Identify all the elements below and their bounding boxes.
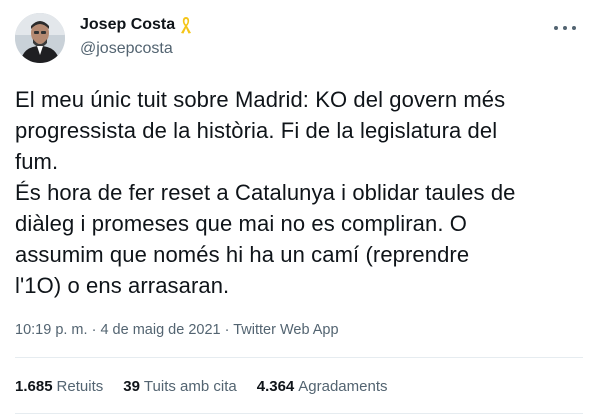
author-name-row: Josep Costa [80,14,193,36]
retweets-label: Retuits [56,378,104,395]
retweets-stat[interactable]: 1.685 Retuits [15,377,103,397]
tweet-source[interactable]: Twitter Web App [233,322,338,338]
meta-separator: · [224,322,230,338]
avatar-image [15,13,65,63]
quotes-count: 39 [123,378,140,395]
author-name[interactable]: Josep Costa [80,14,175,36]
divider [15,413,583,414]
tweet-card: Josep Costa @josepcosta El meu únic tuit… [0,0,598,419]
tweet-date[interactable]: 4 de maig de 2021 [100,322,220,338]
retweets-count: 1.685 [15,378,53,395]
divider [15,357,583,358]
meta-separator: · [91,322,97,338]
tweet-meta: 10:19 p. m. · 4 de maig de 2021 · Twitte… [15,320,339,340]
tweet-text: El meu únic tuit sobre Madrid: KO del go… [15,87,516,298]
avatar[interactable] [15,13,65,63]
quotes-stat[interactable]: 39 Tuits amb cita [123,377,237,397]
tweet-time[interactable]: 10:19 p. m. [15,322,88,338]
tweet-stats: 1.685 Retuits 39 Tuits amb cita 4.364 Ag… [15,377,388,397]
likes-stat[interactable]: 4.364 Agradaments [257,377,388,397]
likes-label: Agradaments [298,378,388,395]
likes-count: 4.364 [256,378,295,395]
quotes-label: Tuits amb cita [143,378,237,395]
author-info: Josep Costa @josepcosta [80,14,193,60]
yellow-ribbon-icon [179,15,193,35]
author-handle[interactable]: @josepcosta [80,38,193,60]
more-options-icon[interactable] [554,22,576,34]
